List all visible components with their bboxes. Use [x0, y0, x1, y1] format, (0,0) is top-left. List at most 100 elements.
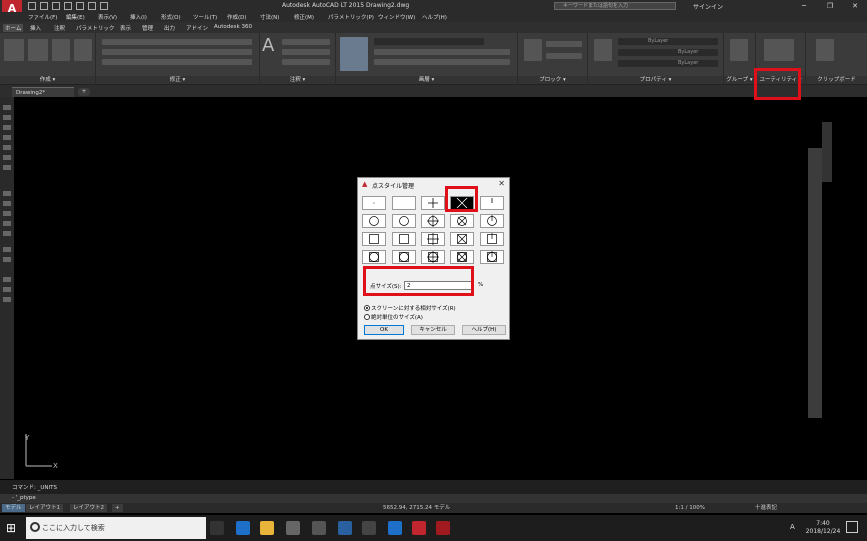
viewcube-palette[interactable] [822, 122, 832, 182]
annotation-row-2[interactable] [282, 49, 330, 55]
point-style-circle-square-x[interactable] [450, 250, 474, 264]
ie-icon[interactable] [388, 521, 402, 535]
menu-help[interactable]: ヘルプ(H) [422, 13, 447, 21]
menu-edit[interactable]: 編集(E) [66, 13, 85, 21]
tool-icon[interactable] [3, 201, 11, 206]
radio-absolute-size[interactable]: 絶対単位のサイズ(A) [364, 313, 423, 321]
menu-insert[interactable]: 挿入(I) [130, 13, 147, 21]
cancel-button[interactable]: キャンセル [411, 325, 455, 335]
point-style-none[interactable] [392, 196, 416, 210]
annotation-row-1[interactable] [282, 39, 330, 45]
print-icon[interactable] [76, 2, 84, 10]
layer-row-3[interactable] [374, 59, 510, 65]
text-icon[interactable]: A [262, 35, 274, 56]
panel-layers-title[interactable]: 画層 ▾ [336, 76, 517, 84]
add-layout-button[interactable]: + [112, 504, 123, 512]
point-style-circle-tick[interactable] [480, 214, 504, 228]
signin-button[interactable]: サインイン [693, 2, 723, 11]
tool-icon[interactable] [3, 191, 11, 196]
tool-icon[interactable] [3, 277, 11, 282]
minimize-button[interactable]: ─ [794, 1, 814, 11]
insert-block-icon[interactable] [524, 39, 542, 61]
tab-addins[interactable]: アドイン [186, 24, 208, 32]
tool-icon[interactable] [3, 105, 11, 110]
new-file-tab-button[interactable]: + [78, 88, 90, 96]
block-row-1[interactable] [546, 41, 582, 47]
tab-model[interactable]: モデル [2, 504, 25, 512]
arc-icon[interactable] [74, 39, 92, 61]
saveas-icon[interactable] [64, 2, 72, 10]
tab-annotate[interactable]: 注釈 [54, 24, 65, 32]
annotation-scale[interactable]: 1:1 / 100% [675, 503, 705, 513]
new-icon[interactable] [28, 2, 36, 10]
redo-icon[interactable] [100, 2, 108, 10]
tab-home[interactable]: ホーム [3, 24, 24, 32]
tab-autodesk360[interactable]: Autodesk 360 [214, 24, 252, 30]
tab-view[interactable]: 表示 [120, 24, 131, 32]
radio-relative-size[interactable]: スクリーンに対する相対サイズ(R) [364, 304, 456, 312]
taskbar-search-input[interactable]: ここに入力して検索 [26, 517, 206, 539]
tool-icon[interactable] [3, 231, 11, 236]
autocad-lt-taskbar-icon[interactable] [436, 521, 450, 535]
panel-modify-title[interactable]: 修正 ▾ [96, 76, 259, 84]
tab-layout2[interactable]: レイアウト2 [70, 504, 107, 512]
app-icon[interactable] [338, 521, 352, 535]
point-style-circle-square-dot[interactable] [362, 250, 386, 264]
coordinate-readout[interactable]: 5652.94, 2715.24 モデル [383, 503, 450, 513]
menu-window[interactable]: ウィンドウ(W) [378, 13, 415, 21]
point-style-square-plus[interactable] [421, 232, 445, 246]
tool-icon[interactable] [3, 115, 11, 120]
navigation-bar[interactable] [808, 148, 822, 418]
save-icon[interactable] [52, 2, 60, 10]
autocad-taskbar-icon[interactable] [412, 521, 426, 535]
windows-start-icon[interactable]: ⊞ [6, 522, 18, 534]
file-tab-drawing2[interactable]: Drawing2* [12, 87, 74, 97]
tool-icon[interactable] [3, 135, 11, 140]
tool-icon[interactable] [3, 125, 11, 130]
modify-row-2[interactable] [102, 49, 252, 55]
close-button[interactable]: ✕ [845, 1, 865, 11]
tool-icon[interactable] [3, 145, 11, 150]
open-icon[interactable] [40, 2, 48, 10]
file-explorer-icon[interactable] [260, 521, 274, 535]
menu-file[interactable]: ファイル(F) [28, 13, 57, 21]
notification-icon[interactable] [846, 521, 858, 533]
menu-dimension[interactable]: 寸法(N) [260, 13, 279, 21]
line-icon[interactable] [4, 39, 24, 61]
menu-modify[interactable]: 修正(M) [294, 13, 314, 21]
point-style-plus[interactable] [421, 196, 445, 210]
menu-view[interactable]: 表示(V) [98, 13, 117, 21]
menu-draw[interactable]: 作成(D) [227, 13, 247, 21]
point-style-circle-plus[interactable] [421, 214, 445, 228]
point-style-square[interactable] [392, 232, 416, 246]
annotation-row-3[interactable] [282, 59, 330, 65]
ime-indicator[interactable]: A [790, 523, 795, 531]
point-style-dot[interactable] [362, 196, 386, 210]
layer-row-2[interactable] [374, 49, 510, 55]
point-style-square-dot[interactable] [362, 232, 386, 246]
command-line-input[interactable]: - '_ptype [0, 494, 867, 503]
point-style-circle[interactable] [392, 214, 416, 228]
task-view-icon[interactable] [210, 521, 224, 535]
units-display[interactable]: 十進表記 [755, 503, 777, 513]
search-input[interactable]: キーワードまたは語句を入力 [554, 2, 676, 10]
menu-format[interactable]: 形式(O) [161, 13, 181, 21]
tool-icon[interactable] [3, 247, 11, 252]
system-clock[interactable]: 7:40 2018/12/24 [805, 520, 841, 536]
tool-icon[interactable] [3, 155, 11, 160]
tab-parametric[interactable]: パラメトリック [76, 24, 114, 32]
point-style-circle-square[interactable] [392, 250, 416, 264]
tab-insert[interactable]: 挿入 [30, 24, 41, 32]
app-icon[interactable] [362, 521, 376, 535]
undo-icon[interactable] [88, 2, 96, 10]
block-row-2[interactable] [546, 53, 582, 59]
panel-properties-title[interactable]: プロパティ ▾ [588, 76, 723, 84]
tab-manage[interactable]: 管理 [142, 24, 153, 32]
circle-icon[interactable] [52, 39, 70, 61]
panel-annotation-title[interactable]: 注釈 ▾ [260, 76, 335, 84]
panel-block-title[interactable]: ブロック ▾ [518, 76, 587, 84]
point-style-circle-square-plus[interactable] [421, 250, 445, 264]
edge-icon[interactable] [236, 521, 250, 535]
restore-button[interactable]: ❐ [820, 1, 840, 11]
point-style-circle-dot[interactable] [362, 214, 386, 228]
